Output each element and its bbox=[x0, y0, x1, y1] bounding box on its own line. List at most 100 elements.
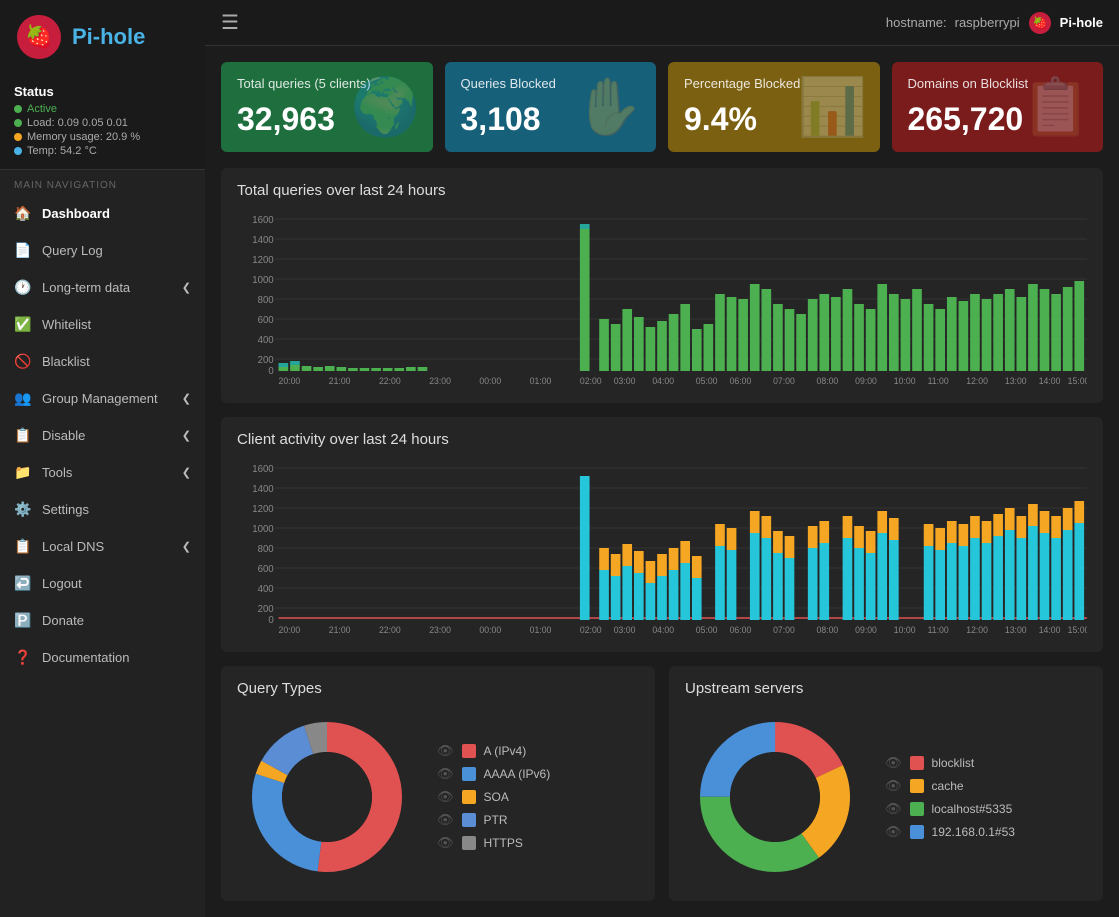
topbar-raspberry-icon: 🍓 bbox=[1028, 11, 1052, 35]
stat-icon-total-queries: 🌍 bbox=[351, 74, 421, 140]
svg-text:01:00: 01:00 bbox=[530, 376, 552, 386]
donate-icon: 🅿️ bbox=[14, 612, 32, 629]
disable-icon: 📋 bbox=[14, 427, 32, 444]
status-active-row: Active bbox=[14, 103, 191, 115]
sidebar-item-tools[interactable]: 📁 Tools ❮ bbox=[0, 454, 205, 491]
sidebar-item-settings[interactable]: ⚙️ Settings bbox=[0, 491, 205, 528]
total-queries-chart-panel: Total queries over last 24 hours 1600 14… bbox=[221, 168, 1103, 403]
query-types-title: Query Types bbox=[237, 680, 639, 697]
topbar-right: hostname: raspberrypi 🍓 Pi-hole bbox=[886, 11, 1103, 35]
sidebar-item-blacklist[interactable]: 🚫 Blacklist bbox=[0, 343, 205, 380]
svg-text:13:00: 13:00 bbox=[1005, 625, 1027, 635]
sidebar-item-whitelist[interactable]: ✅ Whitelist bbox=[0, 306, 205, 343]
total-queries-chart-area: 1600 1400 1200 1000 800 600 400 200 0 bbox=[237, 209, 1087, 389]
legend-color bbox=[462, 790, 476, 804]
legend-eye[interactable]: 👁 bbox=[885, 824, 902, 840]
svg-text:12:00: 12:00 bbox=[966, 376, 988, 386]
svg-text:23:00: 23:00 bbox=[429, 376, 451, 386]
legend-eye[interactable]: 👁 bbox=[437, 766, 454, 782]
legend-eye[interactable]: 👁 bbox=[437, 812, 454, 828]
sidebar-item-disable[interactable]: 📋 Disable ❮ bbox=[0, 417, 205, 454]
nav-items: 🏠 Dashboard 📄 Query Log 🕐 Long-term data… bbox=[0, 195, 205, 676]
svg-text:400: 400 bbox=[258, 584, 275, 595]
svg-text:1600: 1600 bbox=[252, 464, 274, 475]
client-activity-chart-panel: Client activity over last 24 hours 1600 … bbox=[221, 417, 1103, 652]
legend-eye[interactable]: 👁 bbox=[437, 835, 454, 851]
sidebar-item-donate[interactable]: 🅿️ Donate bbox=[0, 602, 205, 639]
sidebar-item-logout[interactable]: ↩️ Logout bbox=[0, 565, 205, 602]
query-types-legend: 👁 A (IPv4) 👁 AAAA (IPv6) 👁 SOA 👁 PTR 👁 H… bbox=[437, 743, 550, 851]
stat-card-total-queries: Total queries (5 clients) 32,963 🌍 bbox=[221, 62, 433, 152]
sidebar-item-long-term-data[interactable]: 🕐 Long-term data ❮ bbox=[0, 269, 205, 306]
stat-card-queries-blocked: Queries Blocked 3,108 ✋ bbox=[445, 62, 657, 152]
svg-text:15:00: 15:00 bbox=[1068, 376, 1087, 386]
legend-label: HTTPS bbox=[484, 836, 523, 850]
svg-text:12:00: 12:00 bbox=[966, 625, 988, 635]
legend-eye[interactable]: 👁 bbox=[885, 801, 902, 817]
svg-text:20:00: 20:00 bbox=[279, 625, 301, 635]
svg-text:200: 200 bbox=[258, 355, 275, 366]
status-temp: Temp: 54.2 °C bbox=[27, 145, 97, 157]
svg-text:07:00: 07:00 bbox=[773, 376, 795, 386]
legend-label: blocklist bbox=[932, 756, 975, 770]
query-types-panel: Query Types bbox=[221, 666, 655, 901]
status-load: Load: 0.09 0.05 0.01 bbox=[27, 117, 128, 129]
svg-text:1000: 1000 bbox=[252, 524, 274, 535]
legend-eye[interactable]: 👁 bbox=[437, 789, 454, 805]
svg-text:1000: 1000 bbox=[252, 275, 274, 286]
total-queries-svg: 1600 1400 1200 1000 800 600 400 200 0 bbox=[237, 209, 1087, 389]
legend-label: localhost#5335 bbox=[932, 802, 1013, 816]
legend-label: SOA bbox=[484, 790, 509, 804]
legend-item-aaaa-(ipv6): 👁 AAAA (IPv6) bbox=[437, 766, 550, 782]
svg-text:14:00: 14:00 bbox=[1039, 625, 1061, 635]
topbar: ☰ hostname: raspberrypi 🍓 Pi-hole bbox=[205, 0, 1119, 46]
logout-icon: ↩️ bbox=[14, 575, 32, 592]
svg-text:🍓: 🍓 bbox=[25, 24, 52, 49]
status-active-label: Active bbox=[27, 103, 57, 115]
donate-label: Donate bbox=[42, 613, 84, 628]
status-memory: Memory usage: 20.9 % bbox=[27, 131, 140, 143]
legend-item-cache: 👁 cache bbox=[885, 778, 1015, 794]
svg-text:23:00: 23:00 bbox=[429, 625, 451, 635]
hamburger-menu[interactable]: ☰ bbox=[221, 10, 239, 35]
legend-label: 192.168.0.1#53 bbox=[932, 825, 1015, 839]
sidebar-item-local-dns[interactable]: 📋 Local DNS ❮ bbox=[0, 528, 205, 565]
sidebar-item-group-management[interactable]: 👥 Group Management ❮ bbox=[0, 380, 205, 417]
legend-color bbox=[910, 802, 924, 816]
sidebar-item-query-log[interactable]: 📄 Query Log bbox=[0, 232, 205, 269]
svg-text:1200: 1200 bbox=[252, 255, 274, 266]
svg-text:09:00: 09:00 bbox=[855, 376, 877, 386]
status-memory-row: Memory usage: 20.9 % bbox=[14, 131, 191, 143]
legend-eye[interactable]: 👁 bbox=[885, 755, 902, 771]
long-term-data-label: Long-term data bbox=[42, 280, 130, 295]
app-title: Pi-hole bbox=[72, 24, 145, 50]
sidebar-item-dashboard[interactable]: 🏠 Dashboard bbox=[0, 195, 205, 232]
hostname-value: raspberrypi bbox=[955, 15, 1020, 30]
svg-text:🍓: 🍓 bbox=[1032, 16, 1047, 30]
stat-icon-percentage-blocked: 📊 bbox=[798, 74, 868, 140]
upstream-servers-legend: 👁 blocklist 👁 cache 👁 localhost#5335 👁 1… bbox=[885, 755, 1015, 840]
hostname-label: hostname: bbox=[886, 15, 947, 30]
svg-text:05:00: 05:00 bbox=[696, 376, 718, 386]
legend-item-192-168-0-1-53: 👁 192.168.0.1#53 bbox=[885, 824, 1015, 840]
legend-color bbox=[462, 767, 476, 781]
long-term-data-icon: 🕐 bbox=[14, 279, 32, 296]
query-types-donut bbox=[237, 707, 417, 887]
sidebar: 🍓 Pi-hole Status Active Load: 0.09 0.05 … bbox=[0, 0, 205, 917]
svg-text:800: 800 bbox=[258, 295, 275, 306]
blacklist-icon: 🚫 bbox=[14, 353, 32, 370]
blacklist-label: Blacklist bbox=[42, 354, 90, 369]
sidebar-item-documentation[interactable]: ❓ Documentation bbox=[0, 639, 205, 676]
client-activity-chart-title: Client activity over last 24 hours bbox=[237, 431, 1087, 448]
legend-eye[interactable]: 👁 bbox=[437, 743, 454, 759]
group-management-icon: 👥 bbox=[14, 390, 32, 407]
svg-text:21:00: 21:00 bbox=[329, 625, 351, 635]
legend-label: PTR bbox=[484, 813, 508, 827]
client-activity-chart-area: 1600 1400 1200 1000 800 600 400 200 0 bbox=[237, 458, 1087, 638]
whitelist-label: Whitelist bbox=[42, 317, 91, 332]
legend-eye[interactable]: 👁 bbox=[885, 778, 902, 794]
legend-color bbox=[910, 779, 924, 793]
svg-text:00:00: 00:00 bbox=[479, 625, 501, 635]
svg-text:11:00: 11:00 bbox=[928, 625, 949, 635]
svg-text:20:00: 20:00 bbox=[279, 376, 301, 386]
